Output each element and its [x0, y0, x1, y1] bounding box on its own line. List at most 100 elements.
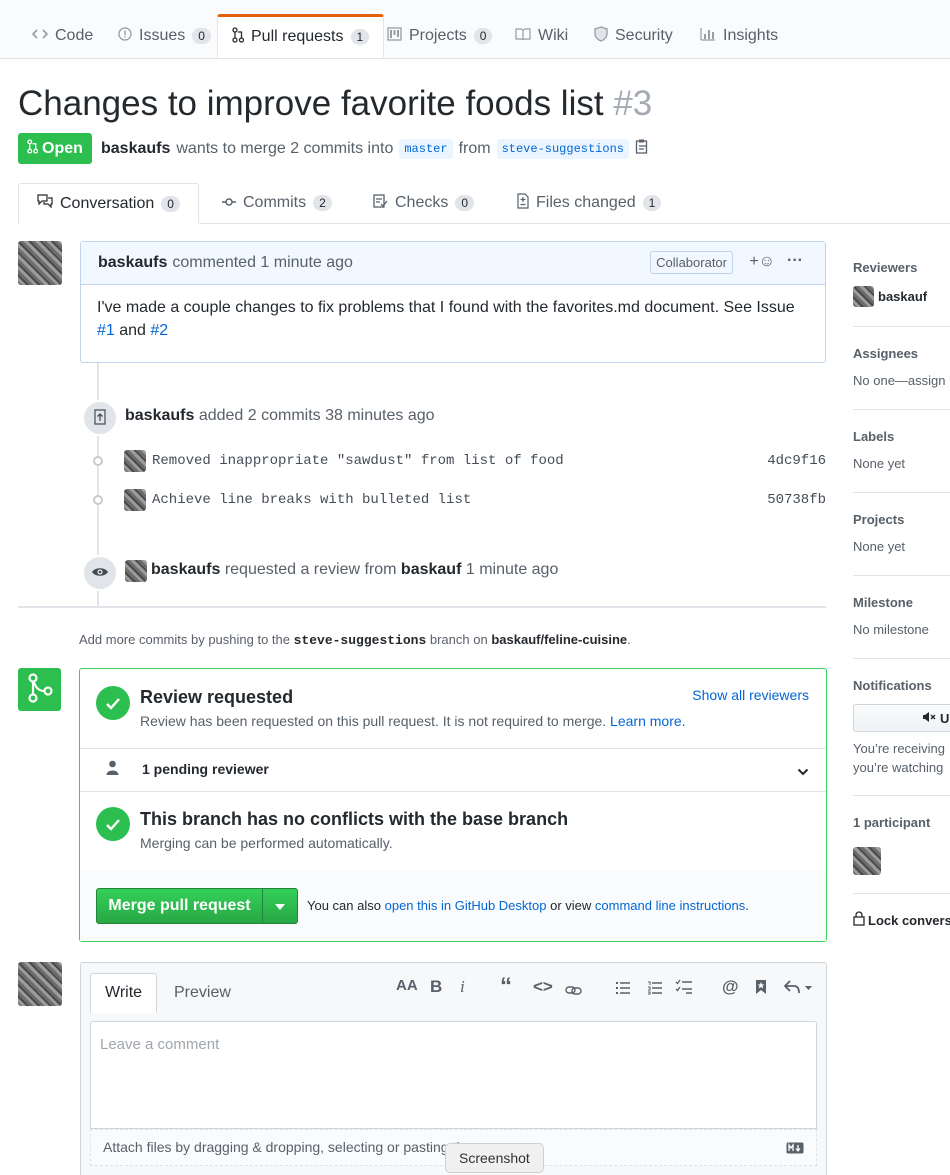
commit-message[interactable]: Achieve line breaks with bulleted list	[152, 492, 471, 508]
head-branch[interactable]: steve-suggestions	[496, 138, 629, 159]
tab-conversation[interactable]: Conversation 0	[18, 183, 199, 224]
repo-push-icon	[94, 408, 106, 428]
notification-reason-line2: you’re watching	[853, 760, 944, 775]
tab-files-changed[interactable]: Files changed 1	[517, 183, 662, 223]
comment-textarea[interactable]: Leave a comment	[90, 1021, 817, 1129]
caret-down-icon	[275, 897, 285, 915]
review-requested-title: Review requested	[140, 687, 294, 707]
clipboard-icon[interactable]	[635, 138, 649, 159]
also-text: You can also	[307, 898, 381, 913]
markdown-icon[interactable]	[786, 1141, 804, 1157]
command-line-instructions-link[interactable]: command line instructions	[595, 898, 745, 913]
sidebar-projects-heading[interactable]: Projects	[853, 512, 950, 527]
task-list-icon[interactable]	[675, 979, 693, 999]
pr-meta: baskaufs wants to merge 2 commits into m…	[101, 138, 649, 159]
repo-nav: Code Issues 0 Pull requests 1 Projects 0…	[0, 0, 950, 59]
merge-pull-request-button[interactable]: Merge pull request	[96, 888, 298, 924]
sidebar-divider	[853, 409, 950, 410]
commit-row: Achieve line breaks with bulleted list 5…	[90, 489, 826, 511]
review-event-actor[interactable]: baskaufs	[151, 561, 220, 578]
commit-sha[interactable]: 4dc9f16	[767, 453, 826, 469]
preview-tab[interactable]: Preview	[160, 973, 245, 1013]
saved-reply-icon[interactable]	[755, 979, 767, 1000]
no-conflicts-subtitle: Merging can be performed automatically.	[140, 835, 393, 851]
comment-options-button[interactable]: ···	[787, 252, 803, 270]
comment-author-avatar[interactable]	[18, 241, 62, 285]
code-icon[interactable]: <>	[533, 977, 553, 997]
sidebar-assignees-heading[interactable]: Assignees	[853, 346, 950, 361]
tab-issues[interactable]: Issues 0	[118, 14, 211, 58]
graph-icon	[700, 27, 716, 46]
lock-conversation-link[interactable]: Lock convers	[853, 911, 950, 929]
sidebar-milestone: Milestone No milestone	[853, 595, 950, 637]
comment-body: I've made a couple changes to fix proble…	[81, 285, 825, 353]
add-reaction-button[interactable]: +☺	[749, 253, 775, 271]
sidebar-labels-heading[interactable]: Labels	[853, 429, 950, 444]
push-hint-repo[interactable]: baskauf/feline-cuisine	[491, 632, 627, 647]
repo-push-badge	[82, 400, 118, 436]
show-all-reviewers-link[interactable]: Show all reviewers	[692, 687, 809, 703]
tab-checks[interactable]: Checks 0	[373, 183, 475, 223]
reviewer-avatar[interactable]	[853, 286, 874, 307]
project-icon	[387, 26, 402, 46]
reply-icon[interactable]	[783, 979, 812, 999]
sidebar-divider	[853, 492, 950, 493]
tab-security[interactable]: Security	[594, 14, 673, 58]
unsubscribe-label: U	[940, 710, 950, 726]
from-text: from	[458, 139, 491, 157]
merge-options-dropdown[interactable]	[263, 897, 297, 915]
review-actor-avatar[interactable]	[125, 560, 147, 582]
quote-icon[interactable]: “	[500, 973, 512, 1001]
review-event-reviewer[interactable]: baskauf	[401, 561, 461, 578]
ordered-list-icon[interactable]	[647, 980, 662, 1000]
pr-title-text: Changes to improve favorite foods list	[18, 84, 604, 123]
commit-author-avatar[interactable]	[124, 450, 146, 472]
tab-checks-label: Checks	[395, 194, 449, 211]
git-merge-icon	[27, 673, 53, 706]
pending-reviewer-row[interactable]: 1 pending reviewer	[80, 748, 826, 792]
collaborator-badge: Collaborator	[650, 251, 733, 274]
review-event-text: requested a review from	[224, 561, 397, 578]
write-tab[interactable]: Write	[90, 973, 158, 1013]
italic-icon[interactable]: i	[460, 977, 465, 997]
pr-author[interactable]: baskaufs	[101, 140, 170, 158]
issue-link-1[interactable]: #1	[97, 322, 115, 339]
sidebar-reviewers-heading[interactable]: Reviewers	[853, 260, 950, 275]
commit-sha[interactable]: 50738fb	[767, 492, 826, 508]
tab-conversation-count: 0	[161, 195, 180, 212]
unordered-list-icon[interactable]	[615, 980, 630, 1000]
commit-dot-icon	[93, 456, 103, 466]
sidebar-reviewer-name[interactable]: baskauf	[878, 289, 927, 304]
mention-icon[interactable]: @	[722, 977, 739, 997]
comment-author[interactable]: baskaufs	[98, 254, 167, 272]
text-size-icon[interactable]: AA	[396, 977, 418, 994]
participant-avatar[interactable]	[853, 847, 881, 875]
tab-pull-requests[interactable]: Pull requests 1	[217, 14, 385, 58]
commits-event-actor[interactable]: baskaufs	[125, 407, 194, 424]
sidebar-milestone-heading[interactable]: Milestone	[853, 595, 950, 610]
issue-link-2[interactable]: #2	[150, 322, 168, 339]
tab-commits[interactable]: Commits 2	[222, 183, 332, 223]
tab-projects[interactable]: Projects 0	[387, 14, 493, 58]
tab-projects-label: Projects	[409, 27, 467, 44]
merge-status-badge	[18, 668, 61, 711]
check-circle-icon	[96, 807, 130, 841]
merge-button-label: Merge pull request	[108, 897, 251, 914]
learn-more-link[interactable]: Learn more.	[610, 713, 685, 729]
tab-issues-count: 0	[192, 28, 211, 44]
tab-code[interactable]: Code	[31, 14, 93, 58]
comment-body-text: I've made a couple changes to fix proble…	[97, 299, 795, 316]
sidebar-assignees-value[interactable]: No one—assign	[853, 373, 950, 388]
unsubscribe-button[interactable]: U	[853, 704, 950, 732]
commit-author-avatar[interactable]	[124, 489, 146, 511]
github-desktop-link[interactable]: open this in GitHub Desktop	[385, 898, 547, 913]
tab-insights[interactable]: Insights	[700, 14, 778, 58]
base-branch[interactable]: master	[399, 138, 453, 159]
viewer-avatar[interactable]	[18, 962, 62, 1006]
tab-wiki[interactable]: Wiki	[515, 14, 568, 58]
commit-message[interactable]: Removed inappropriate "sawdust" from lis…	[152, 453, 564, 469]
link-icon[interactable]	[565, 981, 582, 1001]
bold-icon[interactable]: B	[430, 977, 442, 997]
sidebar-divider	[853, 575, 950, 576]
chevron-down-icon[interactable]	[797, 763, 809, 779]
